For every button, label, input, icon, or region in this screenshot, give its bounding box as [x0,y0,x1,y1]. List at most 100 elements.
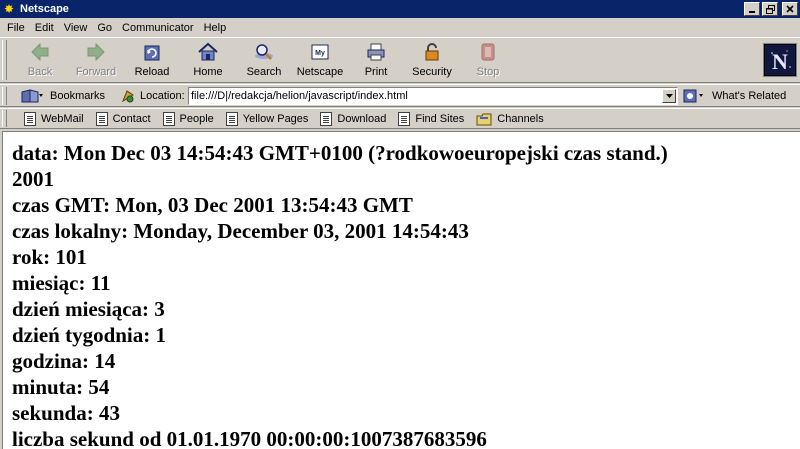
bookmarks-label: Bookmarks [50,90,106,102]
bookmark-document-icon [162,112,175,126]
navigation-toolbar: Back Forward Reload Home Search My Netsc… [0,37,800,83]
forward-label: Forward [75,66,117,78]
menu-edit[interactable]: Edit [30,22,59,34]
bookmark-document-icon [225,112,238,126]
print-icon [364,40,388,64]
personal-item-download[interactable]: Download [320,112,386,126]
content-line-gmt: czas GMT: Mon, 03 Dec 2001 13:54:43 GMT [12,193,413,217]
personal-grip[interactable] [2,110,7,127]
menu-view[interactable]: View [59,22,93,34]
content-line-day-of-month: dzień miesiąca: 3 [12,297,165,321]
url-field[interactable] [188,87,678,105]
content-line-year: rok: 101 [12,245,87,269]
page-proxy-icon[interactable] [120,88,136,104]
close-button[interactable] [782,2,798,16]
location-label: Location: [140,90,185,102]
close-icon [786,5,794,13]
home-button[interactable]: Home [180,40,236,80]
minimize-button[interactable] [744,2,760,16]
print-label: Print [364,66,388,78]
chevron-down-icon [665,94,673,98]
reload-icon [140,40,164,64]
personal-item-label: Contact [112,113,151,125]
netscape-label: Netscape [296,66,344,78]
content-line-date-year: 2001 [12,167,54,191]
minimize-icon [749,11,755,13]
menu-bar: File Edit View Go Communicator Help [0,18,800,37]
bookmarks-icon [21,89,43,103]
window-title: Netscape [20,3,69,15]
forward-button[interactable]: Forward [68,40,124,80]
content-line-hour: godzina: 14 [12,349,116,373]
bookmark-document-icon [95,112,108,126]
netscape-button[interactable]: My Netscape [292,40,348,80]
content-line-day-of-week: dzień tygodnia: 1 [12,323,167,347]
netscape-logo[interactable]: N [763,43,797,77]
back-button[interactable]: Back [12,40,68,80]
location-label-group: Location: [120,87,185,105]
print-button[interactable]: Print [348,40,404,80]
netscape-n-logo-icon: N [765,45,795,75]
content-line-second: sekunda: 43 [12,401,120,425]
svg-text:My: My [315,50,325,57]
back-label: Back [27,66,53,78]
stop-button[interactable]: Stop [460,40,516,80]
back-arrow-icon [28,40,52,64]
content-line-milliseconds: liczba sekund od 01.01.1970 00:00:00:100… [12,427,487,449]
svg-text:N: N [772,49,788,74]
stop-icon [476,40,500,64]
location-grip[interactable] [2,87,7,105]
search-icon [252,40,276,64]
personal-item-label: Yellow Pages [242,113,309,125]
bookmark-document-icon [320,112,333,126]
personal-item-contact[interactable]: Contact [95,112,151,126]
home-label: Home [193,66,223,78]
forward-arrow-icon [84,40,108,64]
personal-item-people[interactable]: People [162,112,214,126]
security-button[interactable]: Security [404,40,460,80]
lock-icon [420,40,444,64]
personal-item-yellow-pages[interactable]: Yellow Pages [225,112,309,126]
whats-related-label: What's Related [712,90,787,102]
home-icon [196,40,220,64]
personal-toolbar: WebMail Contact People Yellow Pages Down… [0,108,800,129]
menu-help[interactable]: Help [199,22,232,34]
bookmarks-button[interactable]: Bookmarks [20,87,105,105]
url-input[interactable] [189,89,662,103]
menu-file[interactable]: File [2,22,30,34]
menu-communicator[interactable]: Communicator [117,22,199,34]
reload-label: Reload [134,66,170,78]
bookmark-document-icon [398,112,411,126]
content-line-month: miesiąc: 11 [12,271,111,295]
search-button[interactable]: Search [236,40,292,80]
toolbar-grip[interactable] [2,40,7,80]
personal-item-channels[interactable]: Channels [476,112,544,126]
search-label: Search [246,66,282,78]
personal-item-webmail[interactable]: WebMail [24,112,84,126]
restore-icon [765,4,775,14]
title-bar: ✸ Netscape [0,0,800,18]
page-content: data: Mon Dec 03 14:54:43 GMT+0100 (?rod… [2,131,800,449]
content-line-local: czas lokalny: Monday, December 03, 2001 … [12,219,469,243]
bookmark-document-icon [24,112,36,126]
personal-item-label: Channels [497,113,544,125]
channels-folder-icon [476,113,492,126]
content-line-date: data: Mon Dec 03 14:54:43 GMT+0100 (?rod… [12,141,668,165]
security-label: Security [412,66,452,78]
netscape-app-icon[interactable]: ✸ [2,2,16,16]
restore-button[interactable] [762,2,778,16]
reload-button[interactable]: Reload [124,40,180,80]
personal-item-label: Download [337,113,387,125]
menu-go[interactable]: Go [92,22,117,34]
location-toolbar: Bookmarks Location: What's Related [0,84,800,107]
personal-item-label: WebMail [41,113,84,125]
whats-related-button[interactable]: What's Related [682,87,786,105]
content-line-minute: minuta: 54 [12,375,110,399]
netscape-icon: My [308,40,332,64]
personal-item-find-sites[interactable]: Find Sites [398,112,464,126]
personal-item-label: Find Sites [415,113,465,125]
stop-label: Stop [476,66,500,78]
url-dropdown-button[interactable] [662,89,676,103]
whats-related-icon [683,89,703,103]
personal-item-label: People [179,113,214,125]
